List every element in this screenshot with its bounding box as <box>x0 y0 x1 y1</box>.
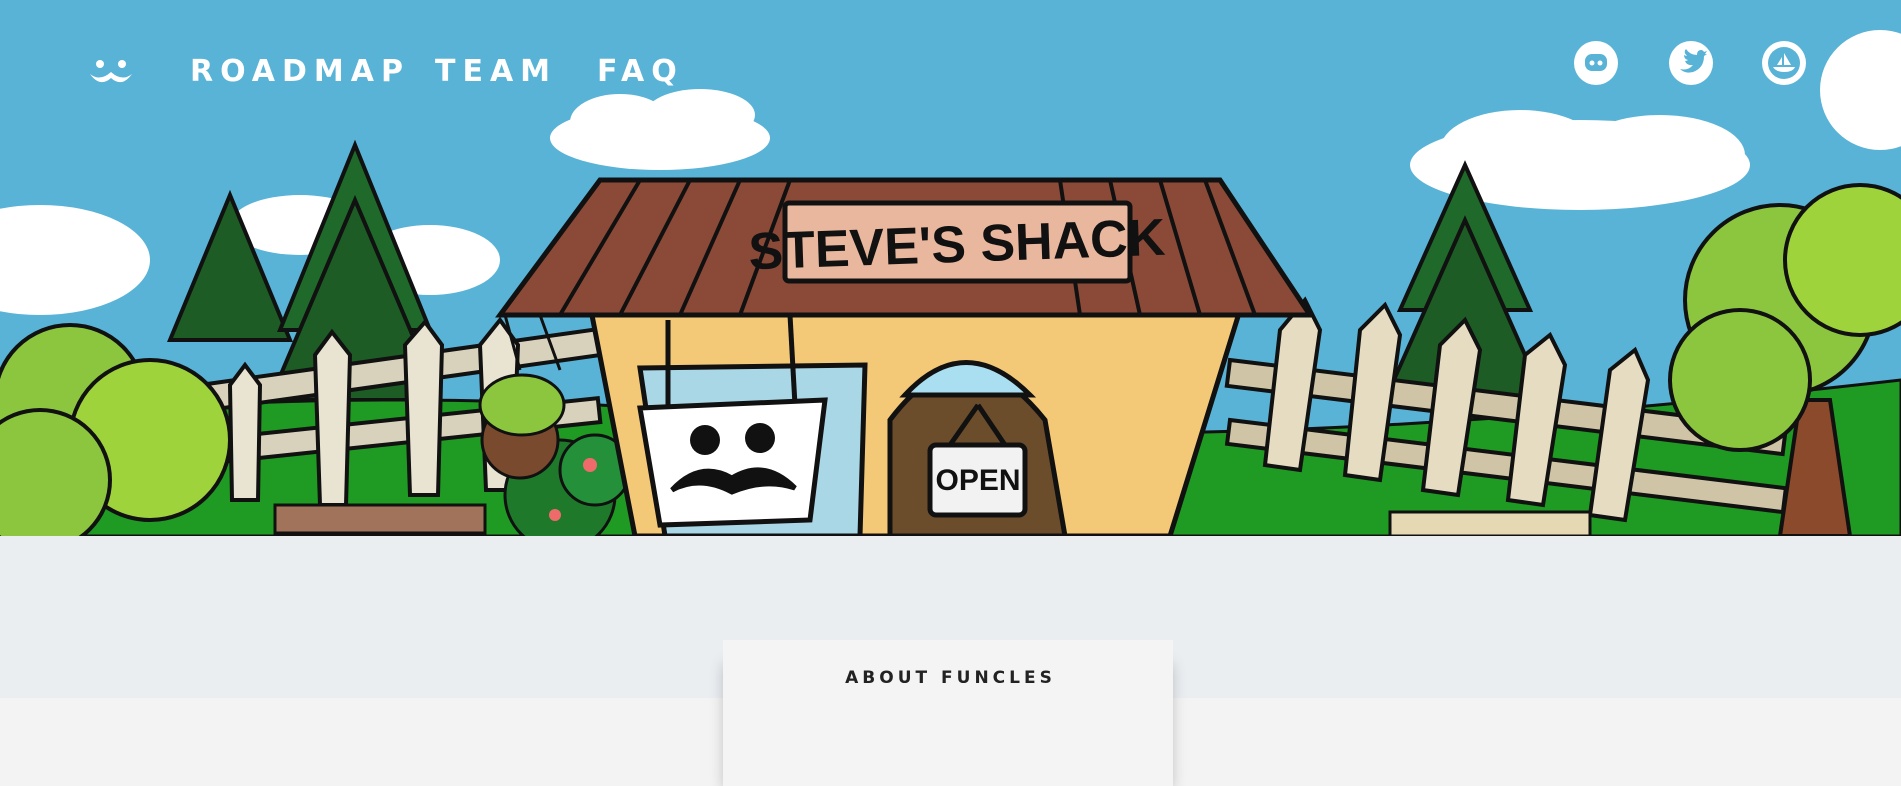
bush-left <box>0 323 232 536</box>
opensea-icon <box>1768 47 1800 79</box>
bench-right <box>1388 510 1592 536</box>
open-sign-text: OPEN <box>935 464 1020 497</box>
about-title: ABOUT FUNCLES <box>845 668 1056 688</box>
twitter-icon <box>1680 49 1707 73</box>
mustache-face-icon <box>90 60 132 83</box>
discord-icon <box>1585 54 1607 71</box>
twitter-button[interactable] <box>1669 41 1713 85</box>
hero-banner: STEVE'S SHACK OPEN ROADMAP TEAM FAQ <box>0 0 1901 536</box>
opensea-button[interactable] <box>1762 41 1806 85</box>
top-nav: ROADMAP TEAM FAQ <box>0 0 1901 150</box>
nav-faq-link[interactable]: FAQ <box>597 54 684 89</box>
nav-roadmap-link[interactable]: ROADMAP <box>190 54 410 89</box>
nav-team-link[interactable]: TEAM <box>435 54 557 89</box>
bench-left <box>273 503 487 535</box>
logo-mustache-icon[interactable] <box>88 56 134 90</box>
about-tab <box>723 640 1173 786</box>
discord-button[interactable] <box>1574 41 1618 85</box>
